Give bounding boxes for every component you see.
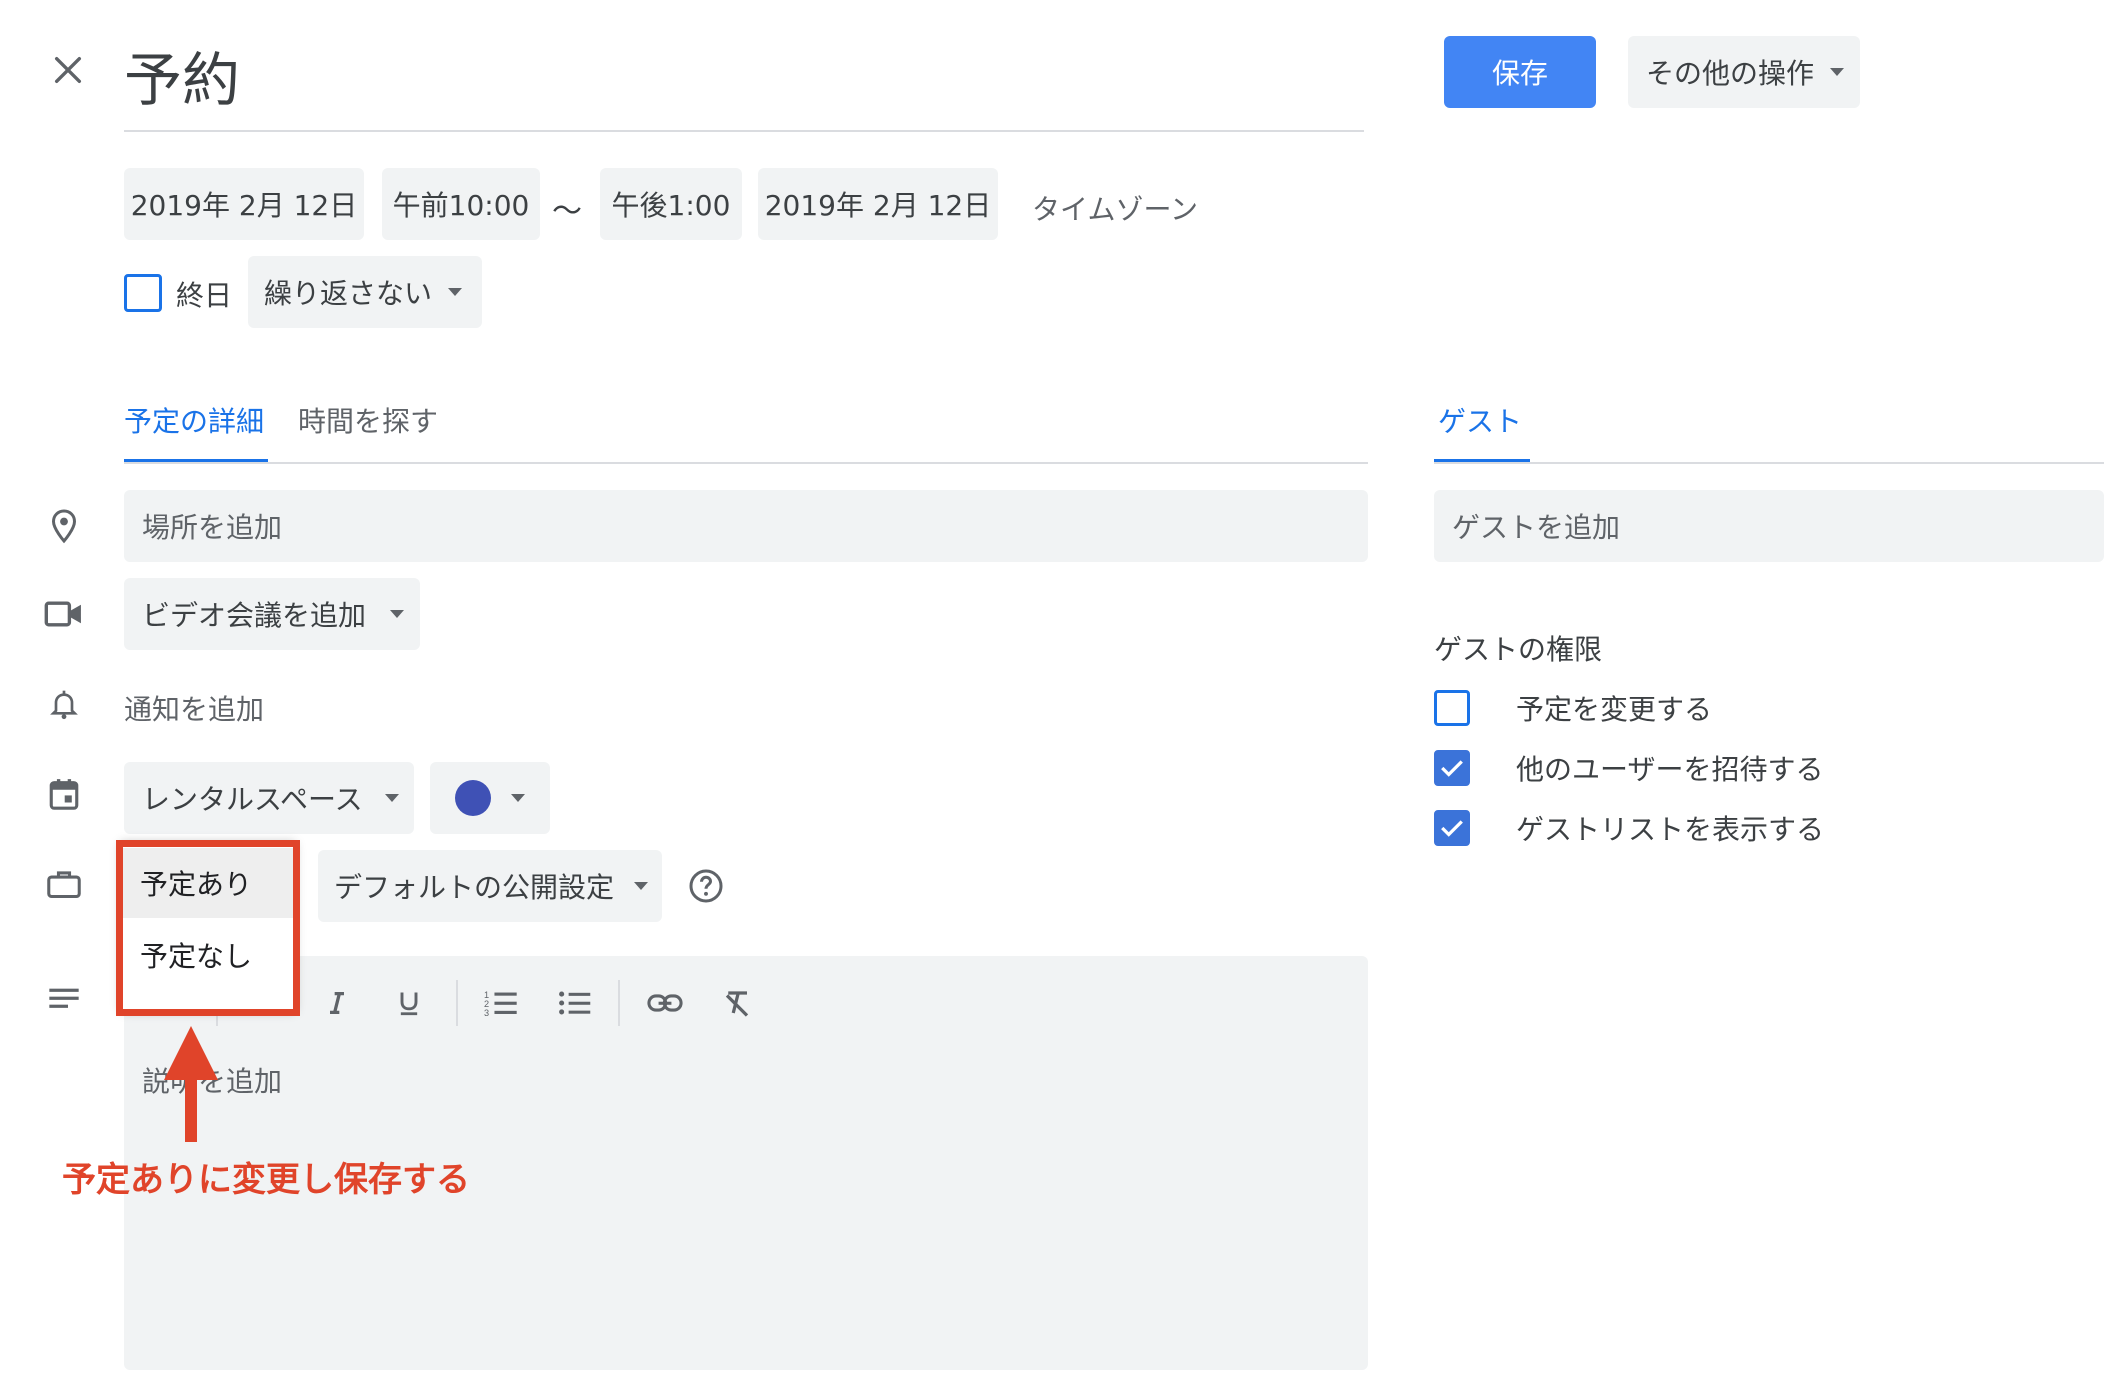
dropdown-caret-icon [511, 794, 525, 802]
dropdown-caret-icon [1830, 68, 1845, 76]
clear-formatting-icon[interactable] [714, 980, 760, 1026]
checkbox-modify-event[interactable] [1434, 690, 1470, 726]
dropdown-caret-icon [634, 882, 649, 890]
link-icon[interactable] [640, 980, 690, 1026]
svg-text:3: 3 [484, 1008, 489, 1018]
all-day-label: 終日 [176, 279, 233, 312]
title-input[interactable]: 予約 [124, 40, 1364, 132]
start-time-chip[interactable]: 午前10:00 [382, 168, 540, 240]
repeat-dropdown[interactable]: 繰り返さない [248, 256, 482, 328]
checkbox-see-guest-list[interactable] [1434, 810, 1470, 846]
all-day-checkbox[interactable] [124, 274, 162, 312]
tab-guests[interactable]: ゲスト [1434, 400, 1530, 464]
add-guests-input[interactable]: ゲストを追加 [1434, 490, 2104, 562]
calendar-dropdown[interactable]: レンタルスペース [124, 762, 414, 834]
annotation-arrow [164, 1026, 218, 1142]
dropdown-caret-icon [448, 288, 463, 296]
bulleted-list-icon[interactable] [552, 980, 598, 1026]
time-separator: 〜 [552, 194, 582, 229]
close-icon [54, 56, 82, 84]
permission-see-guest-list[interactable]: ゲストリストを表示する [1434, 808, 1994, 848]
tab-find-time[interactable]: 時間を探す [298, 400, 438, 460]
toolbar-separator [456, 980, 458, 1026]
annotation-text: 予定ありに変更し保存する [62, 1160, 470, 1200]
add-notification-link[interactable]: 通知を追加 [124, 688, 264, 728]
help-icon[interactable] [686, 866, 726, 906]
numbered-list-icon[interactable]: 123 [478, 980, 524, 1026]
timezone-link[interactable]: タイムゾーン [1032, 188, 1198, 228]
calendar-icon [40, 770, 88, 818]
guest-permissions-title: ゲストの権限 [1434, 633, 1603, 666]
tab-event-details[interactable]: 予定の詳細 [124, 400, 268, 464]
dropdown-caret-icon [390, 610, 405, 618]
visibility-dropdown[interactable]: デフォルトの公開設定 [318, 850, 662, 922]
end-date-chip[interactable]: 2019年 2月 12日 [758, 168, 998, 240]
video-camera-icon [40, 590, 88, 638]
description-lines-icon [40, 974, 88, 1022]
more-actions-button[interactable]: その他の操作 [1628, 36, 1860, 108]
color-swatch [455, 780, 491, 816]
permission-invite-others[interactable]: 他のユーザーを招待する [1434, 748, 1994, 788]
dropdown-caret-icon [384, 794, 399, 802]
checkmark-icon [1441, 760, 1463, 777]
event-color-dropdown[interactable] [430, 762, 550, 834]
close-button[interactable] [48, 50, 88, 90]
save-button[interactable]: 保存 [1444, 36, 1596, 108]
checkbox-invite-others[interactable] [1434, 750, 1470, 786]
italic-icon[interactable] [314, 980, 360, 1026]
toolbar-separator [618, 980, 620, 1026]
bell-icon [40, 680, 88, 728]
location-input[interactable]: 場所を追加 [124, 490, 1368, 562]
video-conference-dropdown[interactable]: ビデオ会議を追加 [124, 578, 420, 650]
briefcase-icon [40, 860, 88, 908]
annotation-highlight-box [116, 840, 300, 1016]
start-date-chip[interactable]: 2019年 2月 12日 [124, 168, 364, 240]
guests-tabs-divider [1434, 462, 2104, 464]
location-icon [40, 502, 88, 550]
page-title: 予約 [124, 46, 241, 114]
permission-modify-event[interactable]: 予定を変更する [1434, 688, 1994, 728]
underline-icon[interactable] [386, 980, 432, 1026]
checkmark-icon [1441, 820, 1463, 837]
end-time-chip[interactable]: 午後1:00 [600, 168, 742, 240]
tabs-divider [124, 462, 1368, 464]
